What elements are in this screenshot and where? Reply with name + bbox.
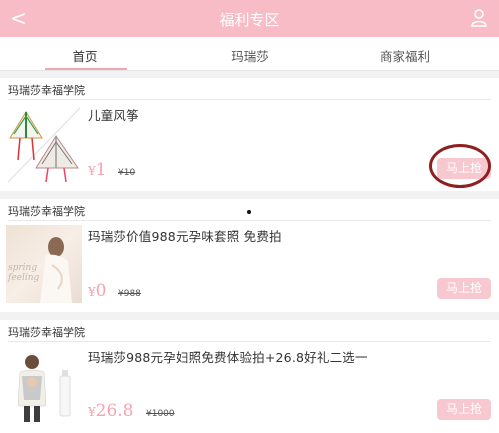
currency-symbol: ¥ <box>88 405 96 419</box>
tab-merchant-welfare[interactable]: 商家福利 <box>355 46 455 65</box>
user-icon[interactable] <box>471 9 487 27</box>
thumb-caption: spring feeling <box>8 263 40 283</box>
divider <box>8 341 491 342</box>
baby-carrier-image <box>6 346 82 424</box>
product-card[interactable]: 玛瑞莎幸福学院 spring feeling 玛瑞莎价值988元孕味套照 免费拍… <box>0 199 499 312</box>
highlight-circle <box>429 144 491 188</box>
price: ¥0 <box>88 281 106 301</box>
divider <box>8 220 491 221</box>
maternity-photo-image: spring feeling <box>6 225 82 303</box>
shop-name: 玛瑞莎幸福学院 <box>8 205 85 218</box>
currency-symbol: ¥ <box>88 164 96 178</box>
price-value: 0 <box>95 281 107 301</box>
tab-home[interactable]: 首页 <box>40 46 130 65</box>
page-title: 福利专区 <box>219 11 280 29</box>
price: ¥1 <box>88 160 106 180</box>
tab-bar: 首页 玛瑞莎 商家福利 <box>0 37 499 71</box>
divider <box>8 99 491 100</box>
product-card[interactable]: 玛瑞莎幸福学院 儿童风筝 ¥1 ¥10 马上抢 <box>0 78 499 191</box>
product-name: 玛瑞莎价值988元孕味套照 免费拍 <box>88 229 282 244</box>
price-value: 1 <box>95 160 107 180</box>
price: ¥26.8 <box>88 401 134 421</box>
kite-image <box>6 104 82 182</box>
cursor-dot <box>247 210 251 214</box>
shop-name: 玛瑞莎幸福学院 <box>8 326 85 339</box>
price-value: 26.8 <box>95 401 134 421</box>
header-bar: < 福利专区 <box>0 0 499 37</box>
tab-marisa[interactable]: 玛瑞莎 <box>205 46 295 65</box>
currency-symbol: ¥ <box>88 285 96 299</box>
original-price: ¥1000 <box>146 409 175 419</box>
active-tab-indicator <box>45 68 127 70</box>
product-name: 儿童风筝 <box>88 108 139 123</box>
buy-now-button[interactable]: 马上抢 <box>437 278 491 299</box>
buy-now-button[interactable]: 马上抢 <box>437 399 491 420</box>
product-card[interactable]: 玛瑞莎幸福学院 玛瑞莎988元孕妇照免费体验拍+26.8好礼二选一 ¥26.8 … <box>0 320 499 433</box>
original-price: ¥988 <box>118 289 141 299</box>
shop-name: 玛瑞莎幸福学院 <box>8 84 85 97</box>
product-name: 玛瑞莎988元孕妇照免费体验拍+26.8好礼二选一 <box>88 350 368 365</box>
original-price: ¥10 <box>118 168 136 178</box>
